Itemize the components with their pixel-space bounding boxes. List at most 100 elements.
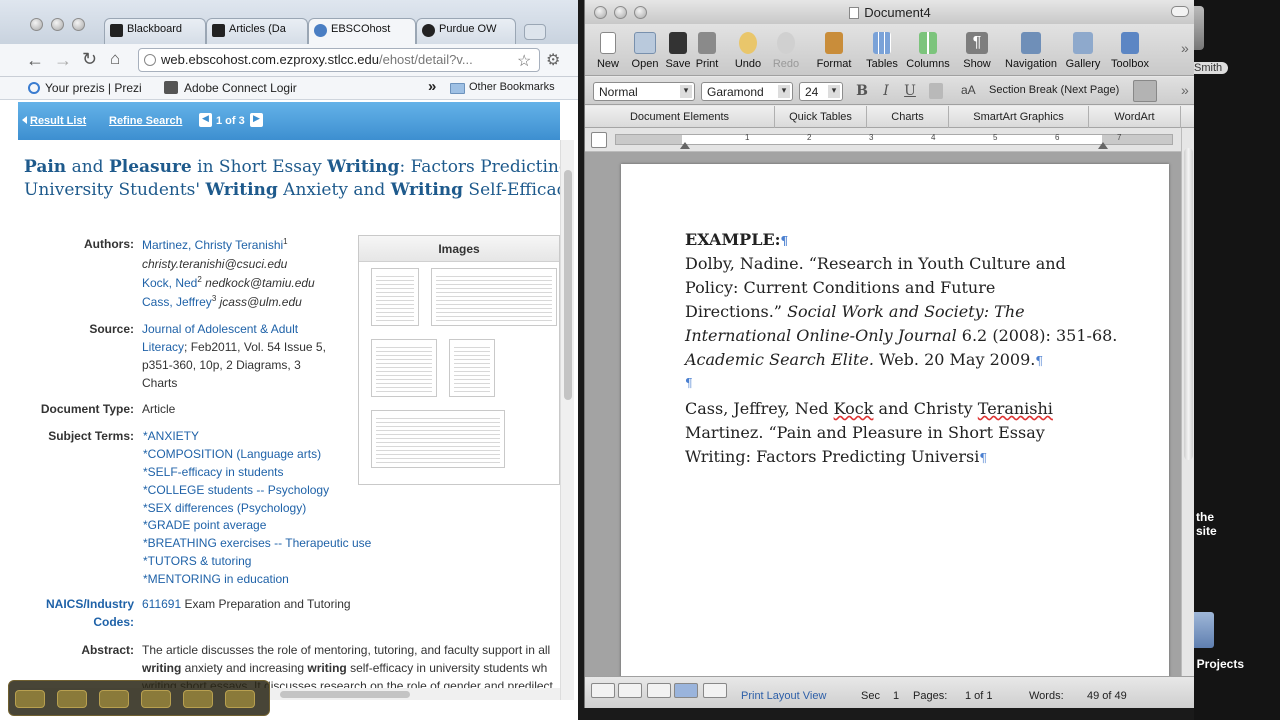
home-icon[interactable]: ⌂ (110, 49, 120, 69)
desktop-label-smith[interactable]: Smith (1188, 62, 1229, 74)
subject-term[interactable]: *BREATHING exercises -- Therapeutic use (143, 536, 371, 550)
tab-document-elements[interactable]: Document Elements (585, 106, 775, 128)
print-button[interactable]: Print (693, 32, 721, 70)
pause-button[interactable] (57, 690, 87, 708)
underline-button[interactable]: U (901, 83, 919, 99)
desktop-label-the[interactable]: the (1196, 510, 1214, 524)
close-window-button[interactable] (30, 18, 43, 31)
author-2[interactable]: Kock, Ned2 nedkock@tamiu.edu (142, 275, 315, 290)
doc-line[interactable]: Dolby, Nadine. “Research in Youth Cultur… (685, 252, 1066, 276)
wrench-menu-icon[interactable]: ⚙ (546, 50, 560, 70)
navigation-button[interactable]: Navigation (1001, 32, 1061, 70)
webcam-button[interactable] (99, 690, 129, 708)
tab-articles[interactable]: Articles (Da (206, 18, 308, 44)
doc-line[interactable]: Cass, Jeffrey, Ned Kock and Christy Tera… (685, 397, 1053, 421)
toolbar-overflow-icon[interactable]: » (1181, 40, 1189, 56)
bookmark-prezi[interactable]: Your prezis | Prezi (45, 81, 142, 95)
subject-term[interactable]: *ANXIETY (143, 429, 199, 443)
result-list-link[interactable]: Result List (30, 115, 86, 127)
subject-term[interactable]: *GRADE point average (143, 518, 266, 532)
desktop-label-site[interactable]: site (1196, 524, 1217, 538)
desktop-label-projects[interactable]: d Projects (1186, 657, 1244, 671)
undo-button[interactable]: Undo (733, 32, 763, 70)
image-thumbnail[interactable] (371, 410, 505, 468)
url-bar[interactable]: web.ebscohost.com.ezproxy.stlcc.edu/ehos… (138, 48, 540, 72)
doc-empty-paragraph[interactable]: ¶ (685, 370, 693, 395)
undo-recording-button[interactable] (183, 690, 213, 708)
word-vertical-scrollbar[interactable] (1181, 128, 1194, 676)
italic-button[interactable]: I (877, 83, 895, 99)
subject-term[interactable]: *MENTORING in education (143, 572, 289, 586)
tab-quick-tables[interactable]: Quick Tables (775, 106, 867, 128)
bookmark-other[interactable]: Other Bookmarks (469, 81, 555, 93)
zoom-window-button[interactable] (72, 18, 85, 31)
tab-charts[interactable]: Charts (867, 106, 949, 128)
highlight-icon[interactable] (929, 83, 943, 99)
scroll-thumb[interactable] (564, 170, 572, 400)
subject-term[interactable]: *TUTORS & tutoring (143, 554, 251, 568)
cancel-recording-button[interactable] (225, 690, 255, 708)
show-button[interactable]: ¶ Show (961, 32, 993, 70)
author-3[interactable]: Cass, Jeffrey3 jcass@ulm.edu (142, 294, 302, 309)
image-thumbnail[interactable] (431, 268, 557, 326)
tables-button[interactable]: Tables (864, 32, 900, 70)
ruler-scale[interactable]: 1 2 3 4 5 6 7 (615, 133, 1173, 145)
gallery-button[interactable]: Gallery (1063, 32, 1103, 70)
tab-blackboard[interactable]: Blackboard (104, 18, 206, 44)
doc-line[interactable]: Directions.” Social Work and Society: Th… (685, 300, 1025, 324)
style-select[interactable]: Normal (593, 82, 695, 101)
indent-marker[interactable] (680, 142, 690, 149)
doc-line[interactable]: International Online-Only Journal 6.2 (2… (685, 324, 1117, 348)
columns-button[interactable]: Columns (904, 32, 952, 70)
outline-view-button[interactable] (618, 683, 642, 698)
format-button[interactable]: Format (814, 32, 854, 70)
tab-ebscohost[interactable]: EBSCOhost (308, 18, 416, 44)
word-zoom-button[interactable] (634, 6, 647, 19)
right-indent-marker[interactable] (1098, 142, 1108, 149)
notebook-view-button[interactable] (703, 683, 727, 698)
new-button[interactable]: New (593, 32, 623, 70)
subject-term[interactable]: *SELF-efficacy in students (143, 465, 284, 479)
change-case-icon[interactable]: aA (961, 83, 976, 97)
naics-code[interactable]: 611691 Exam Preparation and Tutoring (142, 597, 351, 611)
toolbar-toggle-button[interactable] (1171, 6, 1189, 17)
font-size-select[interactable]: 24 (799, 82, 843, 101)
print-layout-view-button[interactable] (674, 683, 698, 698)
minimize-window-button[interactable] (51, 18, 64, 31)
subject-term[interactable]: *COMPOSITION (Language arts) (143, 447, 321, 461)
open-button[interactable]: Open (629, 32, 661, 70)
image-thumbnail[interactable] (371, 268, 419, 326)
bookmark-adobe-connect[interactable]: Adobe Connect Logir (184, 81, 297, 95)
doc-line[interactable]: Martinez. “Pain and Pleasure in Short Es… (685, 421, 1045, 445)
doc-line[interactable]: Writing: Factors Predicting Universi¶ (685, 445, 987, 470)
image-thumbnail[interactable] (371, 339, 437, 397)
next-result-button[interactable]: ▶ (250, 113, 263, 127)
new-tab-button[interactable] (524, 24, 546, 40)
align-button[interactable] (1133, 80, 1157, 102)
ruler[interactable]: 1 2 3 4 5 6 7 (585, 128, 1194, 152)
bold-button[interactable]: B (853, 83, 871, 99)
author-1[interactable]: Martinez, Christy Teranishi1 (142, 237, 288, 252)
tab-stop-selector[interactable] (591, 132, 607, 148)
subject-term[interactable]: *COLLEGE students -- Psychology (143, 483, 329, 497)
font-select[interactable]: Garamond (701, 82, 793, 101)
format-overflow-icon[interactable]: » (1181, 82, 1189, 98)
bookmark-star-icon[interactable]: ☆ (517, 51, 531, 71)
tab-smartart[interactable]: SmartArt Graphics (949, 106, 1089, 128)
word-close-button[interactable] (594, 6, 607, 19)
toolbox-button[interactable]: Toolbox (1106, 32, 1154, 70)
subject-term[interactable]: *SEX differences (Psychology) (143, 501, 306, 515)
reload-icon[interactable]: ↻ (82, 49, 97, 70)
bookmarks-overflow-button[interactable]: » (428, 78, 436, 95)
stop-button[interactable] (15, 690, 45, 708)
draft-view-button[interactable] (591, 683, 615, 698)
image-thumbnail[interactable] (449, 339, 495, 397)
back-arrow-icon[interactable]: ← (26, 50, 44, 71)
hscroll-thumb[interactable] (280, 691, 410, 698)
source-journal-link[interactable]: Journal of Adolescent & Adult (142, 322, 298, 336)
doc-line[interactable]: Academic Search Elite. Web. 20 May 2009.… (685, 348, 1043, 373)
prev-result-button[interactable]: ◀ (199, 113, 212, 127)
word-minimize-button[interactable] (614, 6, 627, 19)
browser-vertical-scrollbar[interactable] (560, 140, 574, 700)
tab-wordart[interactable]: WordArt (1089, 106, 1181, 128)
